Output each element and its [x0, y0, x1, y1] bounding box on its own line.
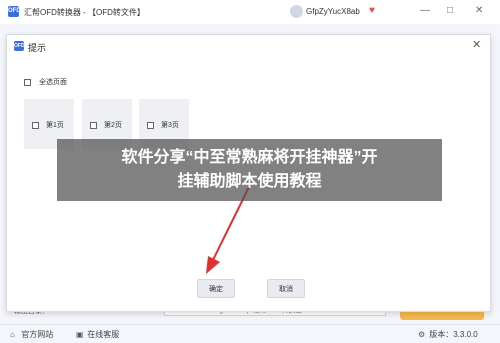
dialog-close-button[interactable]: ✕: [472, 38, 481, 51]
page-1-checkbox[interactable]: [32, 121, 39, 129]
chat-icon: ▣: [76, 330, 84, 339]
confirm-button[interactable]: 确定: [197, 279, 235, 298]
home-icon: ⌂: [10, 330, 15, 339]
close-button[interactable]: ✕: [475, 5, 483, 16]
official-website-link[interactable]: ⌂ 官方网站: [10, 329, 53, 340]
dialog-title: 提示: [28, 43, 47, 53]
app-title: 汇帮OFD转换器 - 【OFD转文件】: [24, 8, 145, 17]
page-3-checkbox[interactable]: [147, 121, 154, 129]
dialog-logo-icon: OFD: [14, 41, 25, 51]
heart-icon[interactable]: ♥: [369, 5, 375, 16]
cancel-button[interactable]: 取消: [267, 279, 305, 298]
select-all-checkbox[interactable]: [24, 78, 31, 86]
footer-bar: ⌂ 官方网站 ▣ 在线客服 ⚙ 版本：3.3.0.0: [0, 324, 500, 343]
version-label: 版本：3.3.0.0: [429, 330, 478, 339]
minimize-button[interactable]: —: [420, 5, 430, 16]
select-all-label: 全选页面: [38, 79, 67, 86]
app-logo-icon: OFD: [8, 6, 21, 17]
user-avatar[interactable]: [290, 5, 303, 18]
online-support-link[interactable]: ▣ 在线客服: [76, 329, 119, 340]
select-all-option[interactable]: 全选页面: [24, 77, 67, 87]
maximize-button[interactable]: □: [447, 5, 453, 16]
watermark-line-1: 软件分享“中至常熟麻将开挂神器”开: [121, 149, 378, 166]
watermark-banner: 软件分享“中至常熟麻将开挂神器”开 挂辅助脚本使用教程: [57, 139, 442, 201]
gear-icon: ⚙: [418, 330, 426, 339]
official-website-label: 官方网站: [21, 330, 54, 339]
app-title-bar: OFD 汇帮OFD转换器 - 【OFD转文件】 GfpZyYucX8ab ♥ —…: [0, 0, 500, 25]
page-2-checkbox[interactable]: [90, 121, 97, 129]
page-2-label: 第2页: [103, 122, 122, 129]
user-name[interactable]: GfpZyYucX8ab: [306, 7, 360, 16]
page-1-label: 第1页: [45, 122, 64, 129]
watermark-line-2: 挂辅助脚本使用教程: [177, 173, 322, 190]
version-info: ⚙ 版本：3.3.0.0: [418, 329, 478, 340]
page-3-label: 第3页: [160, 122, 179, 129]
online-support-label: 在线客服: [87, 330, 120, 339]
